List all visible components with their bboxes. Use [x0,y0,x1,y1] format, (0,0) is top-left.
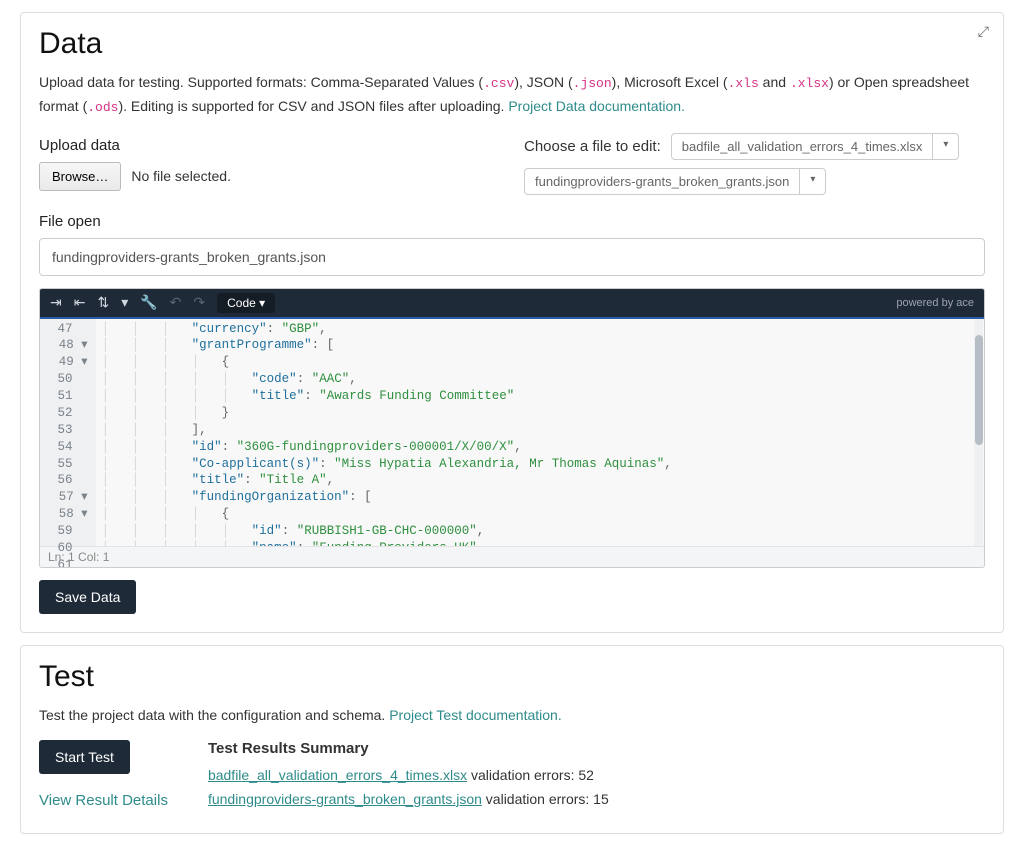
editor-code[interactable]: │ │ │ "currency": "GBP", │ │ │ "grantPro… [96,319,676,546]
editor-body[interactable]: 47 48 ▾ 49 ▾ 50 51 52 53 54 55 56 57 ▾ 5… [40,319,984,546]
format-xls: .xls [728,76,759,91]
test-description: Test the project data with the configura… [39,704,985,726]
browse-button[interactable]: Browse… [39,162,121,191]
editor-scrollbar[interactable] [974,319,983,546]
test-results-summary: Test Results Summary badfile_all_validat… [208,740,609,815]
indent-right-icon[interactable]: ⇥ [50,294,62,311]
no-file-label: No file selected. [131,168,231,184]
format-csv: .csv [483,76,514,91]
choose-file-label: Choose a file to edit: [524,138,661,155]
view-result-details-link[interactable]: View Result Details [39,792,168,809]
result-file-link[interactable]: badfile_all_validation_errors_4_times.xl… [208,767,467,783]
save-data-button[interactable]: Save Data [39,580,136,614]
test-panel: Test Test the project data with the conf… [20,645,1004,834]
data-description: Upload data for testing. Supported forma… [39,71,985,119]
test-doc-link[interactable]: Project Test documentation. [389,707,562,723]
data-panel: ⤢ Data Upload data for testing. Supporte… [20,12,1004,633]
sort-icon[interactable]: ⇅ [97,294,109,311]
chevron-down-icon[interactable]: ▾ [933,134,958,159]
editor-mode-dropdown[interactable]: Code ▾ [217,293,275,313]
indent-left-icon[interactable]: ⇤ [74,294,86,311]
file-dropdown-2[interactable]: fundingproviders-grants_broken_grants.js… [524,168,826,195]
editor-status: Ln: 1 Col: 1 [40,546,984,567]
redo-icon[interactable]: ↷ [193,294,205,311]
test-heading: Test [39,660,985,694]
format-json: .json [573,76,612,91]
upload-label: Upload data [39,137,500,154]
powered-by-label: powered by ace [896,297,974,309]
format-xlsx: .xlsx [790,76,829,91]
wrench-icon[interactable]: 🔧 [140,294,157,311]
data-doc-link[interactable]: Project Data documentation. [508,98,685,114]
result-line: fundingproviders-grants_broken_grants.js… [208,791,609,807]
editor-gutter: 47 48 ▾ 49 ▾ 50 51 52 53 54 55 56 57 ▾ 5… [40,319,96,546]
editor-scrollbar-thumb[interactable] [975,335,983,445]
start-test-button[interactable]: Start Test [39,740,130,774]
data-heading: Data [39,27,985,61]
file-open-input[interactable] [39,238,985,276]
result-line: badfile_all_validation_errors_4_times.xl… [208,767,609,783]
chevron-down-icon[interactable]: ▾ [800,169,825,194]
filter-icon[interactable]: ▾ [121,294,128,311]
result-file-link[interactable]: fundingproviders-grants_broken_grants.js… [208,791,482,807]
editor-toolbar: ⇥ ⇤ ⇅ ▾ 🔧 ↶ ↷ Code ▾ powered by ace [40,289,984,319]
file-dropdown-1[interactable]: badfile_all_validation_errors_4_times.xl… [671,133,960,160]
undo-icon[interactable]: ↶ [170,294,182,311]
code-editor[interactable]: ⇥ ⇤ ⇅ ▾ 🔧 ↶ ↷ Code ▾ powered by ace 47 4… [39,288,985,568]
results-heading: Test Results Summary [208,740,609,757]
expand-icon[interactable]: ⤢ [978,23,989,40]
format-ods: .ods [87,100,118,115]
file-open-label: File open [39,213,985,230]
